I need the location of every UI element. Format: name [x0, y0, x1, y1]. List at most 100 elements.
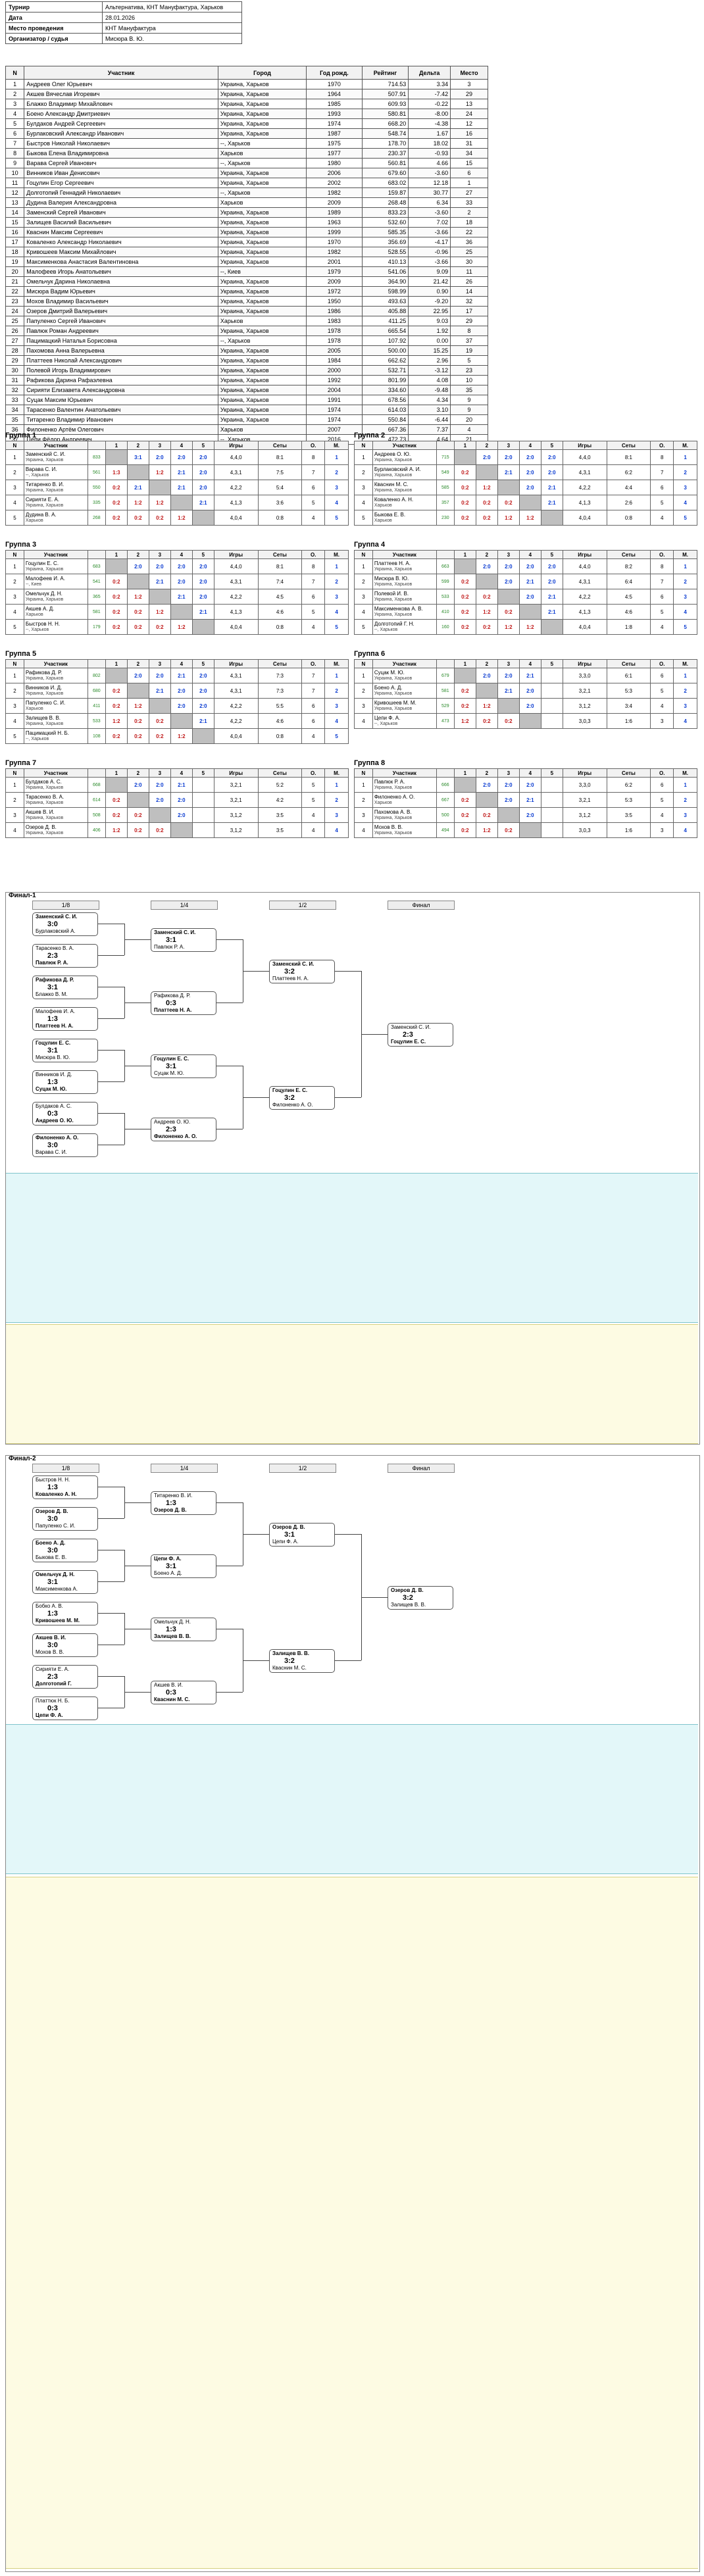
participant-name-text: Заменский С. И. [25, 451, 66, 457]
participant-name: Суцак М. Ю. Украина, Харьков [372, 668, 437, 683]
player-delta: -0.22 [408, 99, 451, 109]
column-header: О. [301, 768, 326, 778]
column-header: N [354, 659, 373, 668]
match-score: 1:3 [47, 1015, 58, 1023]
row-number: 4 [5, 822, 24, 838]
points: 5 [301, 792, 326, 808]
sets-summary: 3:5 [257, 807, 303, 823]
player-place: 37 [450, 335, 488, 346]
match-score: 1:3 [47, 1483, 58, 1491]
participant-name: Пацимацкий Н. Б. --, Харьков [23, 728, 88, 744]
points: 7 [301, 464, 326, 480]
participant-name-text: Гоцулин Е. С. [25, 560, 59, 566]
column-header: 5 [540, 441, 563, 450]
player-number: 30 [5, 365, 25, 376]
match-score: 0:2 [453, 683, 476, 699]
points: 4 [301, 728, 326, 744]
participant-name: Омельчук Д. Н. Украина, Харьков [23, 589, 88, 605]
column-header: 1 [453, 659, 476, 668]
match-score: 2:1 [497, 683, 520, 699]
player-number: 23 [5, 296, 25, 307]
table-row: 7 Быстров Николай Николаевич --, Харьков 19… [5, 138, 488, 149]
player-place: 17 [450, 306, 488, 316]
match-score [518, 495, 541, 510]
match-score: 1:2 [475, 822, 498, 838]
participant-rating: 533 [87, 713, 106, 729]
sets-summary: 3:5 [257, 822, 303, 838]
player-delta: 22.95 [408, 306, 451, 316]
info-row: Дата 28.01.2026 [5, 12, 242, 23]
match-score: 1:2 [148, 604, 171, 620]
match-score: 3:0 [47, 1547, 58, 1554]
player-place: 24 [450, 109, 488, 119]
match-score: 0:2 [148, 510, 171, 526]
round-header: 1/8 [32, 901, 99, 910]
row-number: 2 [354, 464, 373, 480]
column-header: М. [673, 659, 697, 668]
player-city: Украина, Харьков [217, 217, 307, 228]
match-score: 2:0 [497, 558, 520, 574]
player-number: 3 [5, 99, 25, 109]
participant-name-text: Бурлаковский А. И. [374, 466, 421, 472]
player-number: 18 [5, 247, 25, 257]
column-header: М. [324, 659, 349, 668]
participant-name-text: Долготопий Г. Н. [374, 621, 415, 627]
group-table: Группа 8 N Участник 1 2 3 4 5 Игры Сеты О. М. 1 Павлю… [354, 759, 703, 838]
player-2: Мисюра В. Ю. [36, 1054, 70, 1060]
player-city: Украина, Харьков [217, 257, 307, 267]
sets-summary: 4:6 [257, 713, 303, 729]
match-score: 1:2 [475, 480, 498, 495]
participant-rating: 599 [436, 574, 455, 589]
participant-name-text: Мисюра В. Ю. [374, 576, 409, 582]
match-score: 3:1 [166, 936, 176, 944]
player-city: Украина, Харьков [217, 168, 307, 178]
player-1: Рафикова Д. Р. [36, 977, 74, 983]
table-row: 1 Гоцулин Е. С. Украина, Харьков 683 2:0 2:0 2… [5, 558, 349, 574]
player-birth-year: 1984 [306, 355, 363, 366]
participant-city: Харьков [374, 518, 392, 523]
participant-name: Акшев В. И. Украина, Харьков [23, 807, 88, 823]
player-rating: 493.63 [361, 296, 409, 307]
match-box: Заменский С. И. 3:0 Бурлаковский А. [32, 912, 98, 936]
player-birth-year: 1999 [306, 227, 363, 237]
column-header: 2 [126, 441, 149, 450]
games-summary: 4,3,1 [213, 683, 259, 699]
table-row: 2 Филоненко А. О. Харьков 667 0:2 2:0 2:1 3,2,1… [354, 792, 697, 808]
info-value: Альтернатива, КНТ Мануфактура, Харьков [102, 1, 242, 12]
player-delta: 30.77 [408, 187, 451, 198]
match-box: Залищев В. В. 3:2 Кваснин М. С. [269, 1649, 335, 1673]
player-number: 2 [5, 89, 25, 99]
table-row: 3 Кваснин М. С. Украина, Харьков 585 0:2 1:2 2… [354, 480, 697, 495]
match-score: 0:2 [148, 713, 171, 729]
sets-summary: 8:1 [257, 449, 303, 465]
participant-name-text: Озеров Д. В. [25, 824, 57, 830]
player-number: 24 [5, 306, 25, 316]
games-summary: 4,3,1 [213, 668, 259, 683]
player-city: Украина, Харьков [217, 355, 307, 366]
participant-name-text: Коваленко А. Н. [374, 497, 414, 503]
match-score: 1:2 [518, 510, 541, 526]
participant-city: Харьков [374, 503, 392, 508]
player-birth-year: 2009 [306, 197, 363, 208]
match-score [191, 777, 214, 793]
player-rating: 614.03 [361, 405, 409, 415]
match-box: Рафикова Д. Р. 3:1 Блажко В. М. [32, 976, 98, 999]
participant-city: Украина, Харьков [374, 691, 413, 696]
player-rating: 364.90 [361, 276, 409, 287]
match-score [497, 589, 520, 605]
sets-summary: 5:4 [257, 480, 303, 495]
player-delta: 6.34 [408, 197, 451, 208]
sets-summary: 0:8 [257, 619, 303, 635]
column-header: М. [324, 550, 349, 559]
place: 2 [324, 464, 349, 480]
match-score: 2:1 [191, 713, 214, 729]
player-1: Омельчук Д. Н. [154, 1619, 191, 1625]
points: 4 [650, 698, 674, 714]
games-summary: 4,0,4 [213, 619, 259, 635]
match-score [105, 449, 128, 465]
player-rating: 714.53 [361, 79, 409, 89]
player-place: 1 [450, 178, 488, 188]
participant-city: Харьков [25, 612, 43, 617]
table-row: 20 Малофеев Игорь Анатольевич --, Киев 1979… [5, 266, 488, 277]
table-row: 1 Платтеев Н. А. Украина, Харьков 663 2:0 2:0… [354, 558, 697, 574]
